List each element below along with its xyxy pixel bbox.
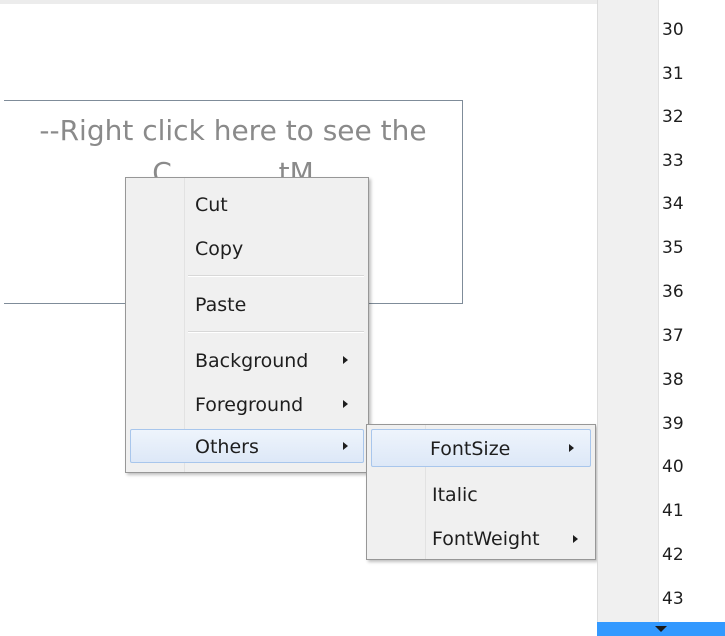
line-number: 31 [662, 64, 684, 84]
line-number: 34 [662, 194, 684, 214]
line-number: 38 [662, 370, 684, 390]
line-number: 30 [662, 20, 684, 40]
menu-item-foreground[interactable]: Foreground [129, 387, 365, 421]
menu-item-paste[interactable]: Paste [129, 287, 365, 321]
line-number-list[interactable]: 30 31 32 33 34 35 36 37 38 39 40 41 42 4… [597, 0, 725, 636]
menu-item-others[interactable]: Others [130, 429, 364, 463]
line-number: 32 [662, 107, 684, 127]
menu-item-label: FontWeight [432, 528, 540, 550]
menu-separator [188, 275, 364, 277]
line-number: 40 [662, 457, 684, 477]
context-menu: Cut Copy Paste Background Foreground Oth… [125, 177, 369, 473]
line-number: 43 [662, 589, 684, 609]
line-number: 36 [662, 282, 684, 302]
line-number: 42 [662, 545, 684, 565]
others-submenu: FontSize Italic FontWeight [366, 424, 596, 560]
line-number: 33 [662, 151, 684, 171]
triangle-down-icon [655, 626, 667, 632]
line-number-column [658, 0, 725, 636]
menu-icon-gutter [126, 178, 185, 472]
menu-item-label: Italic [432, 484, 478, 506]
menu-item-fontweight[interactable]: FontWeight [370, 523, 592, 557]
line-number: 39 [662, 414, 684, 434]
menu-separator [188, 331, 364, 333]
menu-item-fontsize[interactable]: FontSize [371, 429, 591, 467]
chevron-right-icon [569, 444, 574, 452]
line-number: 37 [662, 326, 684, 346]
menu-item-label: Copy [195, 238, 244, 260]
scroll-down-button[interactable] [597, 622, 725, 636]
menu-item-label: Cut [195, 194, 228, 216]
line-number: 35 [662, 238, 684, 258]
chevron-right-icon [343, 356, 348, 364]
menu-item-label: Paste [195, 294, 247, 316]
menu-item-label: Others [195, 436, 259, 458]
menu-item-italic[interactable]: Italic [370, 479, 592, 513]
chevron-right-icon [343, 442, 348, 450]
menu-item-background[interactable]: Background [129, 343, 365, 377]
chevron-right-icon [573, 535, 578, 543]
line-number: 41 [662, 501, 684, 521]
menu-item-cut[interactable]: Cut [129, 187, 365, 221]
menu-item-copy[interactable]: Copy [129, 231, 365, 265]
chevron-right-icon [343, 400, 348, 408]
menu-item-label: Background [195, 350, 309, 372]
menu-item-label: FontSize [430, 438, 511, 460]
menu-item-label: Foreground [195, 394, 304, 416]
